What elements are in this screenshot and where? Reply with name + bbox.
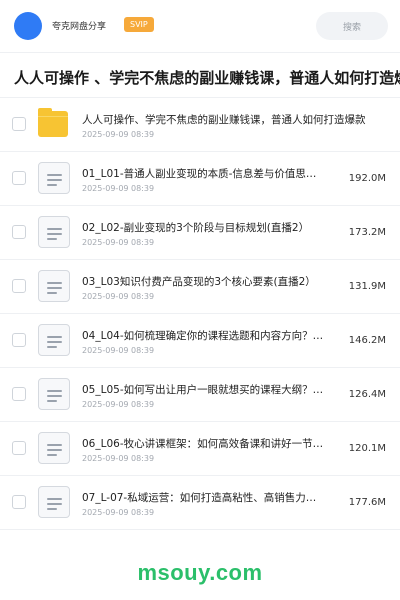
app-name: 夸克网盘分享	[52, 22, 107, 32]
file-name: 02_L02-副业变现的3个阶段与目标规划(直播2）	[82, 222, 310, 234]
file-date: 2025-09-09 08:39	[82, 184, 155, 193]
file-size: 192.0M	[348, 173, 386, 184]
checkbox[interactable]	[12, 495, 26, 509]
file-name: 05_L05-如何写出让用户一眼就想买的课程大纲？（直播）	[82, 384, 326, 396]
file-date: 2025-09-09 08:39	[82, 454, 155, 463]
document-icon	[38, 378, 70, 410]
checkbox[interactable]	[12, 333, 26, 347]
checkbox[interactable]	[12, 387, 26, 401]
document-icon	[38, 216, 70, 248]
checkbox[interactable]	[12, 279, 26, 293]
list-item[interactable]: 02_L02-副业变现的3个阶段与目标规划(直播2） 2025-09-09 08…	[0, 206, 400, 260]
file-name: 06_L06-牧心讲课框架：如何高效备课和讲好一节课（直播）	[82, 438, 326, 450]
file-name: 04_L04-如何梳理确定你的课程选题和内容方向？（直播）	[82, 330, 326, 342]
list-item[interactable]: 05_L05-如何写出让用户一眼就想买的课程大纲？（直播） 2025-09-09…	[0, 368, 400, 422]
file-size: 131.9M	[348, 281, 386, 292]
document-icon	[38, 324, 70, 356]
header: 夸克网盘分享 SVIP 搜索	[0, 0, 400, 52]
list-item[interactable]: 人人可操作、学完不焦虑的副业赚钱课，普通人如何打造爆款 2025-09-09 0…	[0, 98, 400, 152]
avatar[interactable]	[14, 12, 42, 40]
file-name: 07_L-07-私域运营：如何打造高粘性、高销售力的私域	[82, 492, 326, 504]
page-title: 人人可操作 、学完不焦虑的副业赚钱课，普通人如何打造爆	[14, 69, 400, 87]
document-icon	[38, 270, 70, 302]
checkbox[interactable]	[12, 171, 26, 185]
file-date: 2025-09-09 08:39	[82, 238, 155, 247]
file-size: 173.2M	[348, 227, 386, 238]
file-list: 人人可操作、学完不焦虑的副业赚钱课，普通人如何打造爆款 2025-09-09 0…	[0, 98, 400, 530]
file-size: 120.1M	[348, 443, 386, 454]
file-date: 2025-09-09 08:39	[82, 346, 155, 355]
file-date: 2025-09-09 08:39	[82, 508, 155, 517]
file-size: 177.6M	[348, 497, 386, 508]
title-bar: 人人可操作 、学完不焦虑的副业赚钱课，普通人如何打造爆	[0, 52, 400, 98]
list-item[interactable]: 01_L01-普通人副业变现的本质-信息差与价值思维（直播1） 2025-09-…	[0, 152, 400, 206]
watermark: msouy.com	[137, 560, 263, 585]
svip-badge: SVIP	[124, 17, 154, 32]
list-item[interactable]: 04_L04-如何梳理确定你的课程选题和内容方向？（直播） 2025-09-09…	[0, 314, 400, 368]
document-icon	[38, 432, 70, 464]
file-name: 人人可操作、学完不焦虑的副业赚钱课，普通人如何打造爆款	[82, 114, 366, 126]
file-size: 126.4M	[348, 389, 386, 400]
document-icon	[38, 486, 70, 518]
checkbox[interactable]	[12, 441, 26, 455]
file-size: 146.2M	[348, 335, 386, 346]
file-date: 2025-09-09 08:39	[82, 292, 155, 301]
folder-icon	[38, 108, 70, 140]
checkbox[interactable]	[12, 225, 26, 239]
file-name: 03_L03知识付费产品变现的3个核心要素(直播2）	[82, 276, 316, 288]
checkbox[interactable]	[12, 117, 26, 131]
file-name: 01_L01-普通人副业变现的本质-信息差与价值思维（直播1）	[82, 168, 326, 180]
list-item[interactable]: 07_L-07-私域运营：如何打造高粘性、高销售力的私域 2025-09-09 …	[0, 476, 400, 530]
list-item[interactable]: 06_L06-牧心讲课框架：如何高效备课和讲好一节课（直播） 2025-09-0…	[0, 422, 400, 476]
file-date: 2025-09-09 08:39	[82, 130, 155, 139]
document-icon	[38, 162, 70, 194]
file-date: 2025-09-09 08:39	[82, 400, 155, 409]
list-item[interactable]: 03_L03知识付费产品变现的3个核心要素(直播2） 2025-09-09 08…	[0, 260, 400, 314]
search-input[interactable]: 搜索	[316, 12, 388, 40]
